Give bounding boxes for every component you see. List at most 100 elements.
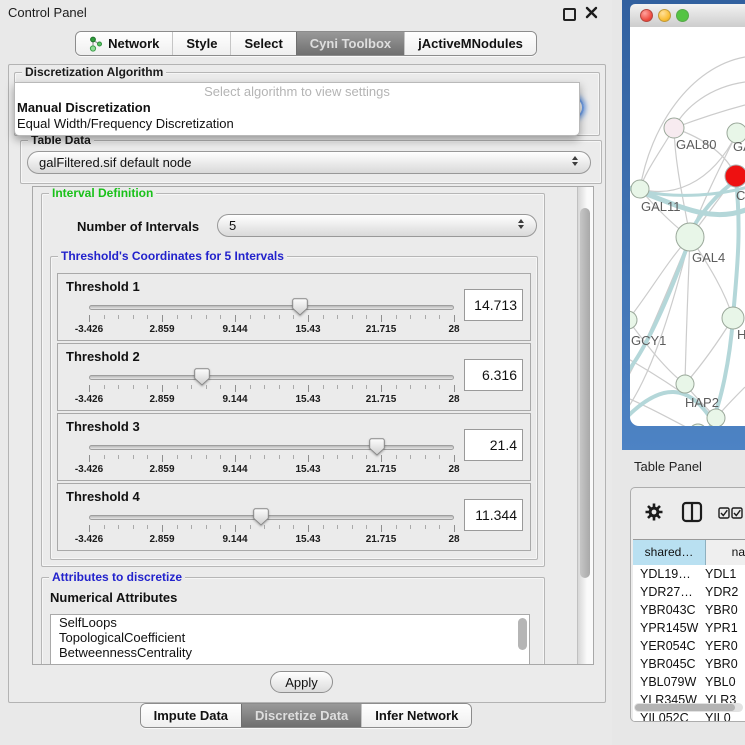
network-node[interactable]: [631, 180, 649, 198]
minimize-traffic-light-icon[interactable]: [658, 9, 671, 22]
network-node[interactable]: [722, 307, 744, 329]
bottom-tab-infer-network[interactable]: Infer Network: [361, 704, 471, 727]
network-edge[interactable]: [674, 128, 736, 176]
network-edge[interactable]: [674, 82, 745, 128]
slider-track[interactable]: [89, 305, 454, 310]
bottom-tab-impute-data[interactable]: Impute Data: [141, 704, 241, 727]
tab-select[interactable]: Select: [230, 32, 295, 55]
settings-scrollbar-track[interactable]: [577, 187, 593, 664]
tick-mark: [89, 315, 90, 322]
table-hscrollbar-track[interactable]: [634, 703, 743, 712]
network-node[interactable]: [707, 409, 725, 426]
network-node[interactable]: [689, 424, 707, 426]
slider-thumb[interactable]: [194, 368, 210, 386]
tab-network[interactable]: Network: [76, 32, 172, 55]
table-data-combobox[interactable]: galFiltered.sif default node: [27, 151, 591, 174]
algorithm-option[interactable]: Equal Width/Frequency Discretization: [15, 116, 579, 132]
num-intervals-combobox[interactable]: 5: [217, 214, 537, 237]
top-tab-bar: NetworkStyleSelectCyni ToolboxjActiveMNo…: [0, 31, 612, 56]
network-canvas[interactable]: GAL80GACGAL11GAL4GCY1HHAP2: [630, 27, 745, 426]
table-row[interactable]: YDR27…YDR2: [633, 583, 745, 601]
attribute-item[interactable]: TopologicalCoefficient: [51, 630, 529, 645]
slider-track[interactable]: [89, 375, 454, 380]
table-cell-shared[interactable]: YDL19…: [633, 565, 705, 583]
tick-mark: [337, 455, 338, 459]
columns-icon[interactable]: [681, 501, 703, 523]
table-cell-shared[interactable]: YPR145W: [633, 619, 705, 637]
table-cell-shared[interactable]: YBR045C: [633, 655, 705, 673]
close-traffic-light-icon[interactable]: [640, 9, 653, 22]
tick-mark: [308, 315, 309, 322]
column-header-name[interactable]: na: [706, 540, 745, 565]
tick-label: 2.859: [149, 394, 174, 405]
tab-jactivemnodules[interactable]: jActiveMNodules: [404, 32, 536, 55]
tick-mark: [162, 525, 163, 532]
tick-mark: [366, 385, 367, 389]
zoom-traffic-light-icon[interactable]: [676, 9, 689, 22]
network-edge[interactable]: [685, 237, 690, 384]
tick-mark: [381, 385, 382, 392]
column-header-shared[interactable]: shared…: [633, 540, 706, 565]
tab-cyni-toolbox[interactable]: Cyni Toolbox: [296, 32, 404, 55]
table-row[interactable]: YDL19…YDL1: [633, 565, 745, 583]
table-row[interactable]: YBL079WYBL0: [633, 673, 745, 691]
network-node[interactable]: [676, 223, 704, 251]
tick-mark: [381, 315, 382, 322]
slider-thumb[interactable]: [292, 298, 308, 316]
close-icon[interactable]: [585, 6, 598, 19]
table-cell-name[interactable]: YBR0: [705, 601, 745, 619]
table-cell-shared[interactable]: YER054C: [633, 637, 705, 655]
algorithm-option[interactable]: Manual Discretization: [15, 100, 579, 116]
network-node[interactable]: [630, 311, 637, 329]
threshold-value-field[interactable]: [464, 359, 523, 391]
table-hscrollbar-thumb[interactable]: [635, 704, 735, 711]
table-cell-name[interactable]: YDL1: [705, 565, 745, 583]
table-row[interactable]: YBR045CYBR0: [633, 655, 745, 673]
threshold-slider[interactable]: -3.4262.8599.14415.4321.71528: [89, 366, 454, 408]
select-columns-checkboxes-icon[interactable]: [718, 507, 744, 519]
attribute-item[interactable]: BetweennessCentrality: [51, 645, 529, 660]
table-cell-name[interactable]: YBL0: [705, 673, 745, 691]
apply-button[interactable]: Apply: [270, 671, 333, 693]
bottom-tab-label: Discretize Data: [255, 708, 348, 723]
table-cell-shared[interactable]: YDR27…: [633, 583, 705, 601]
float-window-icon[interactable]: [563, 8, 576, 21]
threshold-panel: Threshold 1 -3.4262.8599.14415.4321.7152…: [57, 273, 531, 341]
gear-icon[interactable]: [644, 502, 664, 522]
attributes-scrollbar-thumb[interactable]: [518, 618, 527, 650]
tick-label: 28: [448, 464, 459, 475]
network-node[interactable]: [676, 375, 694, 393]
slider-thumb[interactable]: [369, 438, 385, 456]
table-cell-name[interactable]: YBR0: [705, 655, 745, 673]
table-row[interactable]: YER054CYER0: [633, 637, 745, 655]
network-edge[interactable]: [630, 320, 685, 384]
network-window-titlebar: [630, 4, 745, 28]
network-node[interactable]: [725, 165, 745, 187]
table-row[interactable]: YPR145WYPR1: [633, 619, 745, 637]
threshold-slider[interactable]: -3.4262.8599.14415.4321.71528: [89, 436, 454, 478]
network-node[interactable]: [664, 118, 684, 138]
table-cell-name[interactable]: YPR1: [705, 619, 745, 637]
bottom-tab-discretize-data[interactable]: Discretize Data: [241, 704, 361, 727]
threshold-slider[interactable]: -3.4262.8599.14415.4321.71528: [89, 296, 454, 338]
slider-ticks: [89, 385, 454, 393]
tab-style[interactable]: Style: [172, 32, 230, 55]
tick-mark: [308, 455, 309, 462]
table-cell-name[interactable]: YER0: [705, 637, 745, 655]
threshold-value-field[interactable]: [464, 429, 523, 461]
table-cell-shared[interactable]: YBL079W: [633, 673, 705, 691]
settings-scrollbar-thumb[interactable]: [580, 208, 590, 578]
attribute-item[interactable]: SelfLoops: [51, 615, 529, 630]
slider-track[interactable]: [89, 515, 454, 520]
threshold-value-field[interactable]: [464, 289, 523, 321]
slider-track[interactable]: [89, 445, 454, 450]
tick-label: 15.43: [295, 534, 320, 545]
threshold-slider[interactable]: -3.4262.8599.14415.4321.71528: [89, 506, 454, 548]
tick-mark: [352, 455, 353, 459]
threshold-value-field[interactable]: [464, 499, 523, 531]
slider-thumb[interactable]: [253, 508, 269, 526]
table-cell-name[interactable]: YDR2: [705, 583, 745, 601]
tick-mark: [366, 525, 367, 529]
table-cell-shared[interactable]: YBR043C: [633, 601, 705, 619]
table-row[interactable]: YBR043CYBR0: [633, 601, 745, 619]
